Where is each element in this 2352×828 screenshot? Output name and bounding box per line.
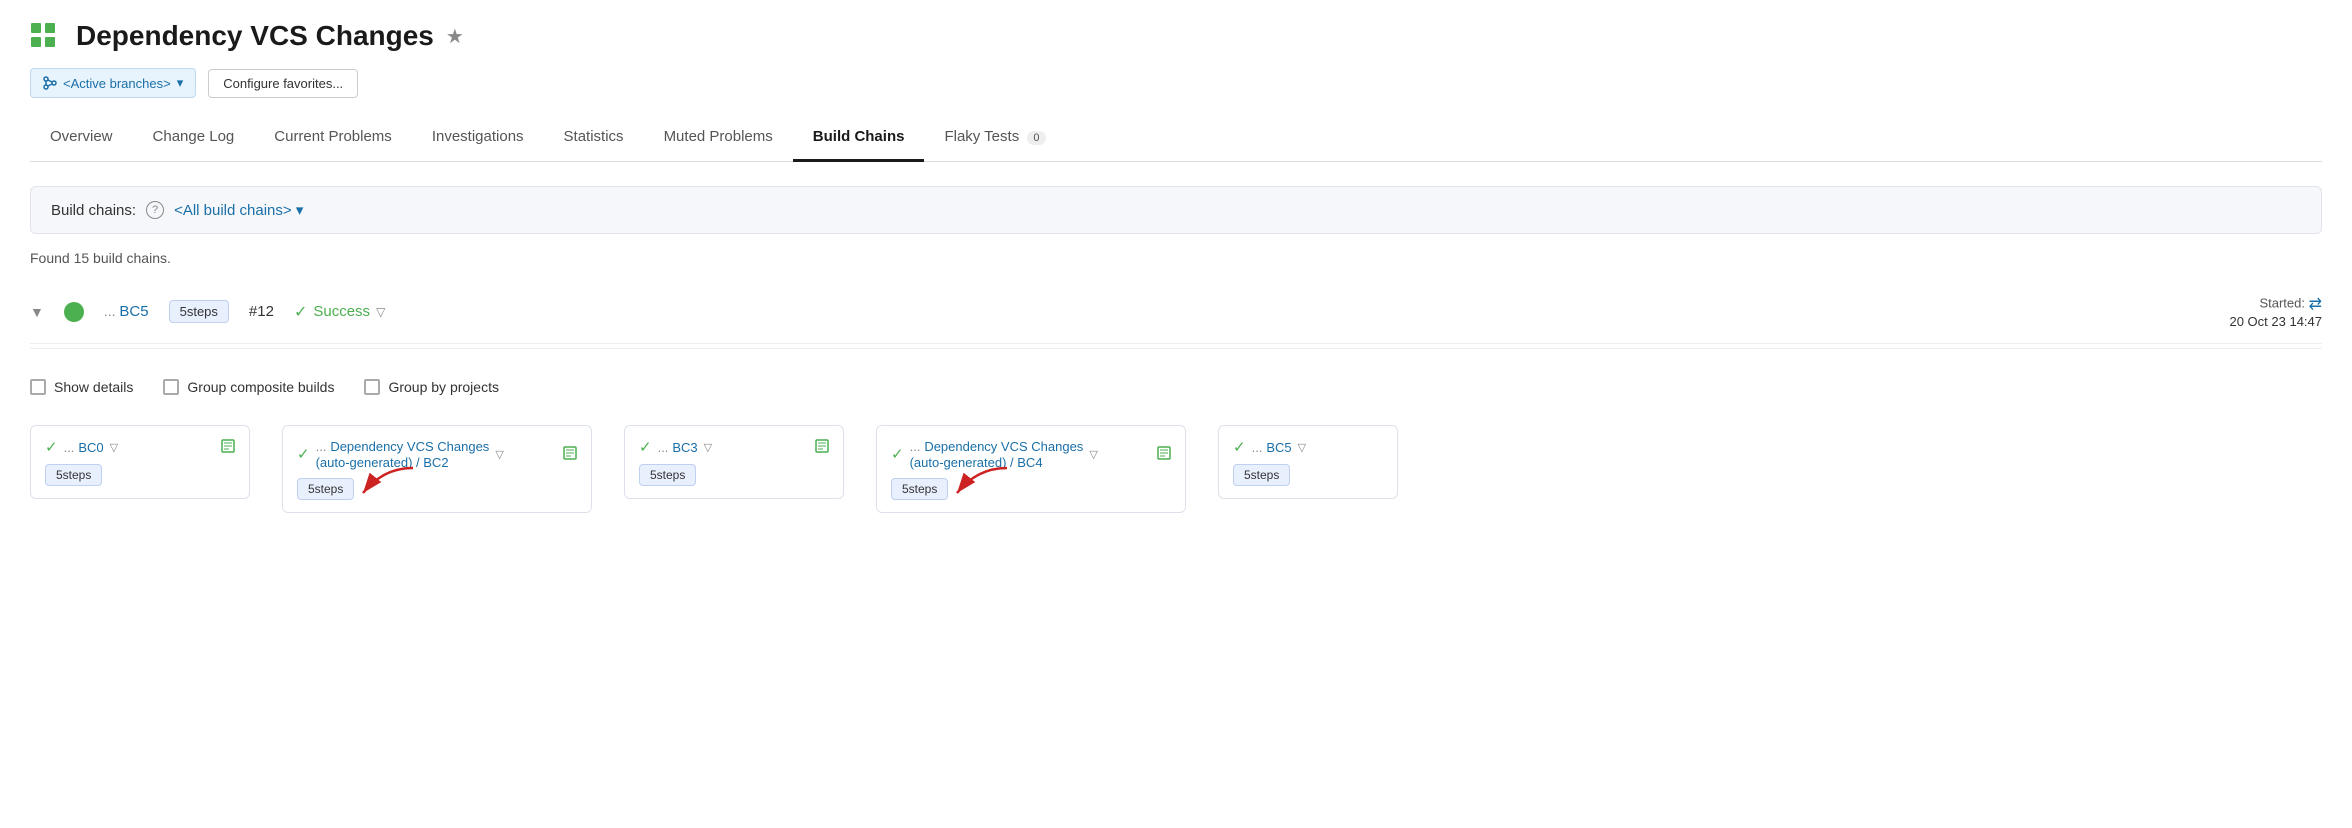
status-dropdown-icon[interactable]: ▽ (376, 305, 385, 319)
show-details-checkbox[interactable]: Show details (30, 379, 133, 395)
checkbox-box-group-composite (163, 379, 179, 395)
content-area: Build chains: ? <All build chains> ▾ Fou… (30, 162, 2322, 513)
card-name-bc5[interactable]: ... BC5 (1252, 439, 1292, 455)
found-text: Found 15 build chains. (30, 250, 2322, 266)
refresh-icon[interactable]: ⇄ (2309, 296, 2322, 313)
success-label: Success (313, 303, 370, 320)
card-dropdown-bc5[interactable]: ▽ (1298, 441, 1306, 454)
card-wrapper-bc5: ✓ ... BC5 ▽ 5steps (1218, 425, 1398, 499)
started-label: Started: (2259, 295, 2305, 310)
tab-current-problems[interactable]: Current Problems (254, 118, 412, 162)
build-card-bc5: ✓ ... BC5 ▽ 5steps (1218, 425, 1398, 499)
nav-tabs: Overview Change Log Current Problems Inv… (30, 118, 2322, 162)
all-build-chains-link[interactable]: <All build chains> ▾ (174, 201, 303, 219)
group-composite-checkbox[interactable]: Group composite builds (163, 379, 334, 395)
cards-row: ✓ ... BC0 ▽ (30, 425, 2322, 513)
card-name-bc3[interactable]: ... BC3 (658, 439, 698, 455)
arrow-connector-2 (592, 425, 624, 429)
card-log-icon-bc0[interactable] (221, 439, 235, 456)
build-chain-name[interactable]: ... BC5 (104, 303, 149, 320)
card-header-bc3: ✓ ... BC3 ▽ (639, 438, 829, 456)
branch-chevron-icon: ▾ (177, 75, 184, 91)
card-wrapper-bc2: ✓ ... Dependency VCS Changes(auto-genera… (282, 425, 592, 513)
show-details-label: Show details (54, 379, 133, 395)
build-status-circle (64, 302, 84, 322)
bc-prefix: ... (104, 303, 116, 319)
group-projects-label: Group by projects (388, 379, 499, 395)
tab-build-chains[interactable]: Build Chains (793, 118, 925, 162)
branch-selector-button[interactable]: <Active branches> ▾ (30, 68, 196, 98)
card-success-icon-bc4: ✓ (891, 445, 904, 463)
group-composite-label: Group composite builds (187, 379, 334, 395)
build-card-bc3: ✓ ... BC3 ▽ (624, 425, 844, 499)
started-info: Started: ⇄ 20 Oct 23 14:47 (2229, 294, 2322, 329)
card-header-bc4: ✓ ... Dependency VCS Changes(auto-genera… (891, 438, 1171, 470)
build-number: #12 (249, 303, 274, 320)
card-dropdown-bc4[interactable]: ▽ (1089, 448, 1097, 461)
card-name-bc0[interactable]: ... BC0 (64, 439, 104, 455)
checkbox-box-group-projects (364, 379, 380, 395)
build-card-bc2: ✓ ... Dependency VCS Changes(auto-genera… (282, 425, 592, 513)
tab-flaky-tests[interactable]: Flaky Tests 0 (924, 118, 1065, 162)
card-steps-bc5: 5steps (1233, 464, 1290, 486)
controls-row: <Active branches> ▾ Configure favorites.… (30, 68, 2322, 98)
group-projects-checkbox[interactable]: Group by projects (364, 379, 499, 395)
page-title: Dependency VCS Changes (76, 20, 434, 52)
card-wrapper-bc4: ✓ ... Dependency VCS Changes(auto-genera… (876, 425, 1186, 513)
card-success-icon-bc5: ✓ (1233, 438, 1246, 456)
card-success-icon-bc3: ✓ (639, 438, 652, 456)
card-wrapper-bc0: ✓ ... BC0 ▽ (30, 425, 250, 499)
card-header-bc5: ✓ ... BC5 ▽ (1233, 438, 1383, 456)
configure-favorites-button[interactable]: Configure favorites... (208, 69, 358, 98)
card-dropdown-bc3[interactable]: ▽ (704, 441, 712, 454)
page-header: Dependency VCS Changes ★ (30, 20, 2322, 52)
arrow-connector-1 (250, 425, 282, 429)
steps-badge: 5steps (169, 300, 229, 323)
card-dropdown-bc2[interactable]: ▽ (495, 448, 503, 461)
arrow-connector-3 (844, 425, 876, 429)
branch-label: <Active branches> (63, 76, 171, 91)
success-check-icon: ✓ (294, 302, 307, 322)
card-header-bc0: ✓ ... BC0 ▽ (45, 438, 235, 456)
card-wrapper-bc3: ✓ ... BC3 ▽ (624, 425, 844, 499)
red-arrow-bc4 (937, 463, 1017, 506)
card-steps-bc3: 5steps (639, 464, 696, 486)
divider (30, 348, 2322, 349)
grid-icon (30, 22, 56, 51)
flaky-tests-badge: 0 (1027, 131, 1045, 145)
card-dropdown-bc0[interactable]: ▽ (110, 441, 118, 454)
collapse-chevron-icon[interactable]: ▼ (30, 304, 44, 320)
help-icon[interactable]: ? (146, 201, 164, 219)
tab-muted-problems[interactable]: Muted Problems (644, 118, 793, 162)
tab-changelog[interactable]: Change Log (133, 118, 255, 162)
card-log-icon-bc4[interactable] (1157, 446, 1171, 463)
card-log-icon-bc3[interactable] (815, 439, 829, 456)
bc-link[interactable]: BC5 (119, 303, 148, 320)
started-date: 20 Oct 23 14:47 (2229, 314, 2322, 329)
card-success-icon-bc2: ✓ (297, 445, 310, 463)
card-steps-bc0: 5steps (45, 464, 102, 486)
card-success-icon-bc0: ✓ (45, 438, 58, 456)
tab-statistics[interactable]: Statistics (544, 118, 644, 162)
arrow-connector-4 (1186, 425, 1218, 429)
filter-chevron-icon: ▾ (296, 202, 304, 219)
checkboxes-row: Show details Group composite builds Grou… (30, 365, 2322, 409)
build-card-bc0: ✓ ... BC0 ▽ (30, 425, 250, 499)
build-card-bc4: ✓ ... Dependency VCS Changes(auto-genera… (876, 425, 1186, 513)
checkbox-box-show-details (30, 379, 46, 395)
star-icon[interactable]: ★ (446, 24, 464, 49)
tab-overview[interactable]: Overview (30, 118, 133, 162)
page-wrapper: Dependency VCS Changes ★ <Active branche… (0, 0, 2352, 828)
filter-label: Build chains: (51, 202, 136, 219)
tab-investigations[interactable]: Investigations (412, 118, 544, 162)
filter-bar: Build chains: ? <All build chains> ▾ (30, 186, 2322, 234)
card-header-bc2: ✓ ... Dependency VCS Changes(auto-genera… (297, 438, 577, 470)
status-row: ✓ Success ▽ (294, 302, 385, 322)
red-arrow-bc2 (343, 463, 423, 506)
build-chain-row: ▼ ... BC5 5steps #12 ✓ Success ▽ Started… (30, 280, 2322, 344)
card-log-icon-bc2[interactable] (563, 446, 577, 463)
